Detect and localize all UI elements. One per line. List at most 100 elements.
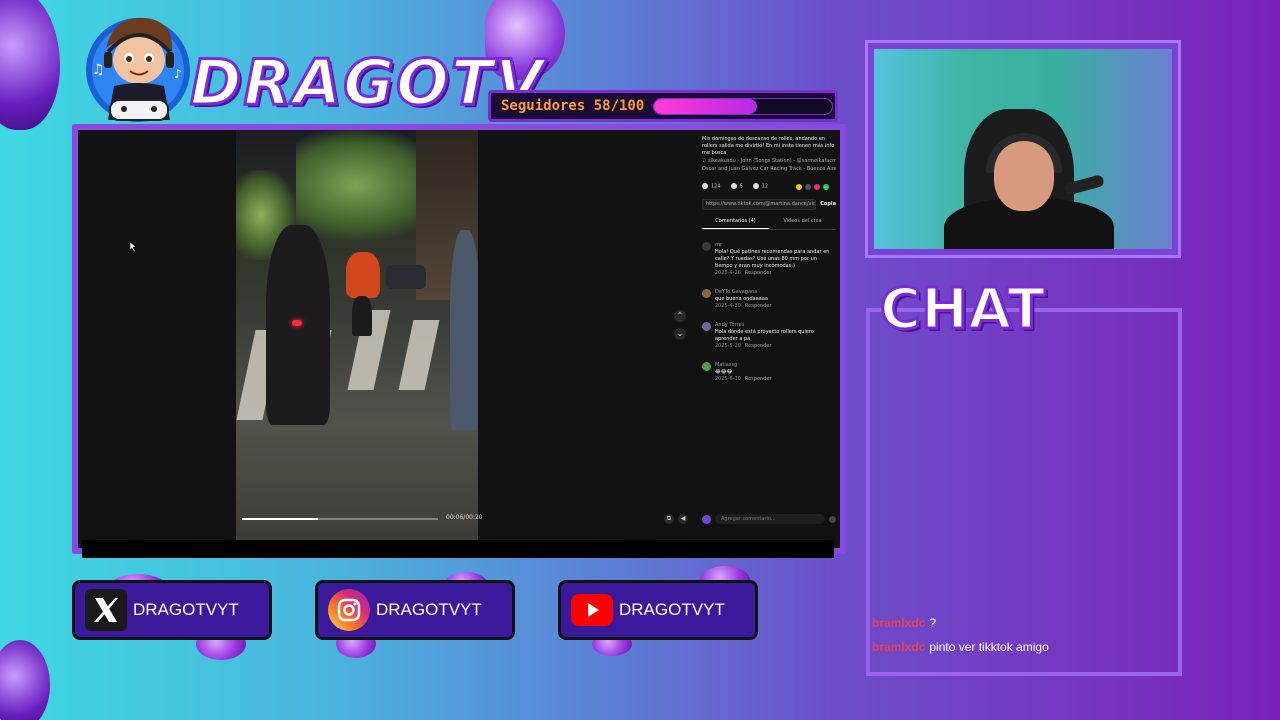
svg-text:♪: ♪ xyxy=(174,67,182,81)
video-progress-fill xyxy=(242,518,319,520)
tiktok-side-panel: Mis domingos de descanso de rolles, anda… xyxy=(698,130,840,548)
followers-label: Seguidores 58/100 xyxy=(501,98,645,114)
comments-stat[interactable]: 6 xyxy=(730,183,743,191)
video-skater-legs xyxy=(352,296,372,336)
video-bystander xyxy=(450,230,478,430)
followers-goal-widget: Seguidores 58/100 xyxy=(488,90,838,122)
tiktok-screen: 00:06/00:20 ⌃ ⌄ ⧉ ◀ Mis domingos de desc… xyxy=(78,130,840,548)
social-youtube[interactable]: DRAGOTVYT xyxy=(558,580,758,640)
panel-tabs: Comentarios (4) Videos del crea xyxy=(702,218,836,230)
captions-icon[interactable]: ⧉ xyxy=(664,514,674,524)
tab-comments[interactable]: Comentarios (4) xyxy=(702,218,769,229)
frame-bottom-bar xyxy=(82,540,834,558)
followers-progress-track xyxy=(653,98,833,115)
chevron-down-icon[interactable]: ⌄ xyxy=(674,328,686,340)
share-options xyxy=(796,183,830,190)
chat-title: CHAT xyxy=(878,277,1046,342)
decor-blob xyxy=(0,0,60,130)
comment-date: 2025-4-30 xyxy=(715,302,741,309)
video-parked-car xyxy=(386,265,426,289)
tab-creator-videos[interactable]: Videos del crea xyxy=(769,218,836,229)
comment-body: DeYTo Gavagana que buena ondaaaaa 2025-4… xyxy=(715,289,772,310)
webcam-frame xyxy=(865,40,1181,258)
video-stats: 124 6 12 xyxy=(702,183,836,191)
share-icon[interactable] xyxy=(796,183,803,190)
comment-text: 😂😂😂 xyxy=(715,368,733,375)
bookmark-icon xyxy=(752,183,759,189)
music-line[interactable]: ♫ sikeakusdu - John (Songs Station) - @s… xyxy=(702,158,836,165)
chat-username: bramlxdc xyxy=(872,640,926,654)
saves-count: 12 xyxy=(761,183,769,190)
heart-icon xyxy=(702,183,708,189)
webcam-view xyxy=(874,49,1172,249)
comment-date: 2025-6-30 xyxy=(715,375,741,382)
chat-message: bramlxdc pinto ver tikktok amigo xyxy=(872,640,1049,654)
share-app-icon[interactable] xyxy=(814,183,821,190)
social-x-label: DRAGOTVYT xyxy=(133,600,239,619)
commenter-avatar[interactable] xyxy=(702,241,711,251)
comment-username[interactable]: Andy Torres xyxy=(715,322,836,329)
comment-input[interactable]: Agregar comentario... xyxy=(715,514,825,524)
share-link-row: https://www.tiktok.com/@martina.dance/vi… xyxy=(702,198,836,210)
chevron-up-icon[interactable]: ⌃ xyxy=(674,310,686,322)
commenter-avatar[interactable] xyxy=(702,288,711,298)
reply-button[interactable]: Responder xyxy=(745,270,772,276)
share-link[interactable]: https://www.tiktok.com/@martina.dance/vi… xyxy=(702,198,817,210)
whatsapp-icon[interactable] xyxy=(823,183,830,190)
saves-stat[interactable]: 12 xyxy=(752,183,769,191)
comment-item: Matiassg 😂😂😂 2025-6-30 Responder xyxy=(702,361,836,383)
comment-item: Andy Torres Hola dónde está proyecto rol… xyxy=(702,321,836,350)
likes-count: 124 xyxy=(711,183,721,190)
sound-line[interactable]: Oscar and Juan Gálvez Car Racing Track -… xyxy=(702,166,836,173)
comment-text: Hola dónde está proyecto rollers quiero … xyxy=(715,328,814,342)
comment-body: Andy Torres Hola dónde está proyecto rol… xyxy=(715,322,836,350)
embed-icon[interactable] xyxy=(805,183,812,190)
skater-light xyxy=(292,320,302,326)
x-icon xyxy=(85,589,127,631)
video-time: 00:06/00:20 xyxy=(446,514,483,521)
screen-capture-frame: 00:06/00:20 ⌃ ⌄ ⧉ ◀ Mis domingos de desc… xyxy=(72,124,846,554)
comment-icon xyxy=(730,183,737,189)
svg-text:♫: ♫ xyxy=(92,62,105,78)
comment-username[interactable]: Matiassg xyxy=(715,362,772,369)
comment-input-row: Agregar comentario... xyxy=(702,514,836,524)
comment-date: 2025-5-20 xyxy=(715,342,741,349)
crosswalk-stripe xyxy=(398,320,440,390)
comments-list: rnr Hola! Qué patines recomendas para an… xyxy=(702,241,836,383)
mouse-cursor-icon xyxy=(130,242,137,252)
followers-progress-fill xyxy=(654,99,758,114)
comment-text: Hola! Qué patines recomendas para andar … xyxy=(715,248,830,269)
comment-date: 2025-4-26 xyxy=(715,269,741,276)
video-progress-track[interactable] xyxy=(242,518,438,520)
reply-button[interactable]: Responder xyxy=(745,303,772,309)
chat-text: pinto ver tikktok amigo xyxy=(929,640,1049,654)
chat-message: bramlxdc? xyxy=(872,616,936,630)
video-description: Mis domingos de descanso de rolles, anda… xyxy=(702,136,835,156)
decor-blob xyxy=(0,640,50,720)
commenter-avatar[interactable] xyxy=(702,361,711,371)
commenter-avatar[interactable] xyxy=(702,321,711,331)
copy-link-button[interactable]: Copia xyxy=(820,201,836,208)
comments-count: 6 xyxy=(739,183,743,190)
reply-button[interactable]: Responder xyxy=(745,343,772,349)
emoji-icon[interactable] xyxy=(829,515,836,523)
youtube-icon xyxy=(571,594,613,626)
social-instagram-label: DRAGOTVYT xyxy=(376,600,482,619)
comment-body: Matiassg 😂😂😂 2025-6-30 Responder xyxy=(715,362,772,383)
mascot-logo: ♫ ♪ xyxy=(86,17,190,122)
social-instagram[interactable]: DRAGOTVYT xyxy=(315,580,515,640)
reply-button[interactable]: Responder xyxy=(745,376,772,382)
chat-text: ? xyxy=(929,616,937,630)
comment-username[interactable]: DeYTo Gavagana xyxy=(715,289,772,296)
chat-username: bramlxdc xyxy=(872,616,926,630)
social-x[interactable]: DRAGOTVYT xyxy=(72,580,272,640)
likes-stat[interactable]: 124 xyxy=(702,183,721,191)
user-avatar xyxy=(702,514,711,524)
comment-text: que buena ondaaaaa xyxy=(715,295,768,302)
tiktok-video[interactable] xyxy=(236,130,478,548)
comment-body: rnr Hola! Qué patines recomendas para an… xyxy=(715,242,836,277)
instagram-icon xyxy=(328,589,370,631)
comment-username[interactable]: rnr xyxy=(715,242,836,249)
video-skater-red-jacket xyxy=(346,252,380,298)
volume-icon[interactable]: ◀ xyxy=(678,514,688,524)
